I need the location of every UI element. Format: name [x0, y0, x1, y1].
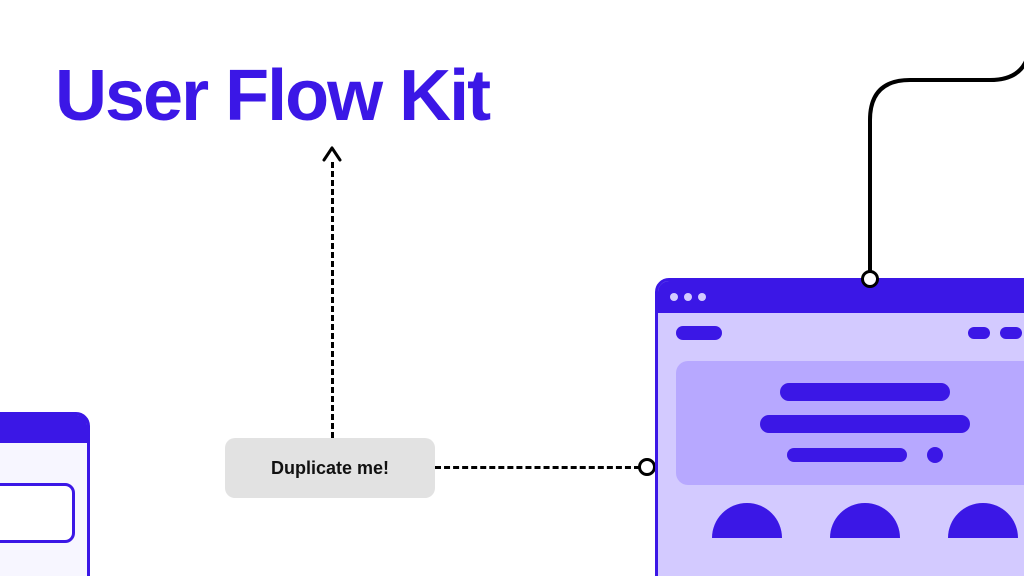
inner-card [0, 483, 75, 543]
avatar-placeholder [712, 503, 782, 538]
window-dot-icon [670, 293, 678, 301]
window-dot-icon [698, 293, 706, 301]
wireframe-window-left[interactable] [0, 412, 90, 576]
duplicate-box[interactable]: Duplicate me! [225, 438, 435, 498]
avatar-placeholder [948, 503, 1018, 538]
page-title: User Flow Kit [55, 55, 489, 137]
text-line-placeholder [760, 415, 970, 433]
connector-vertical [331, 162, 334, 438]
text-line-placeholder [780, 383, 950, 401]
connector-curve-top [860, 0, 1024, 300]
nav-logo-placeholder [676, 326, 722, 340]
navbar [658, 313, 1024, 353]
hero-card [676, 361, 1024, 485]
wireframe-window-right[interactable] [655, 278, 1024, 576]
text-line-placeholder [787, 448, 907, 462]
connector-node-left[interactable] [638, 458, 656, 476]
connector-node-top[interactable] [861, 270, 879, 288]
nav-link-placeholder [968, 327, 990, 339]
nav-link-placeholder [1000, 327, 1022, 339]
connector-horizontal [435, 466, 640, 469]
nav-links [968, 327, 1024, 339]
dot-icon [927, 447, 943, 463]
avatar-placeholder [830, 503, 900, 538]
window-dot-icon [684, 293, 692, 301]
avatar-row [658, 485, 1024, 538]
duplicate-label: Duplicate me! [271, 458, 389, 479]
canvas: User Flow Kit Duplicate me! [0, 0, 1024, 576]
window-titlebar [0, 415, 87, 443]
